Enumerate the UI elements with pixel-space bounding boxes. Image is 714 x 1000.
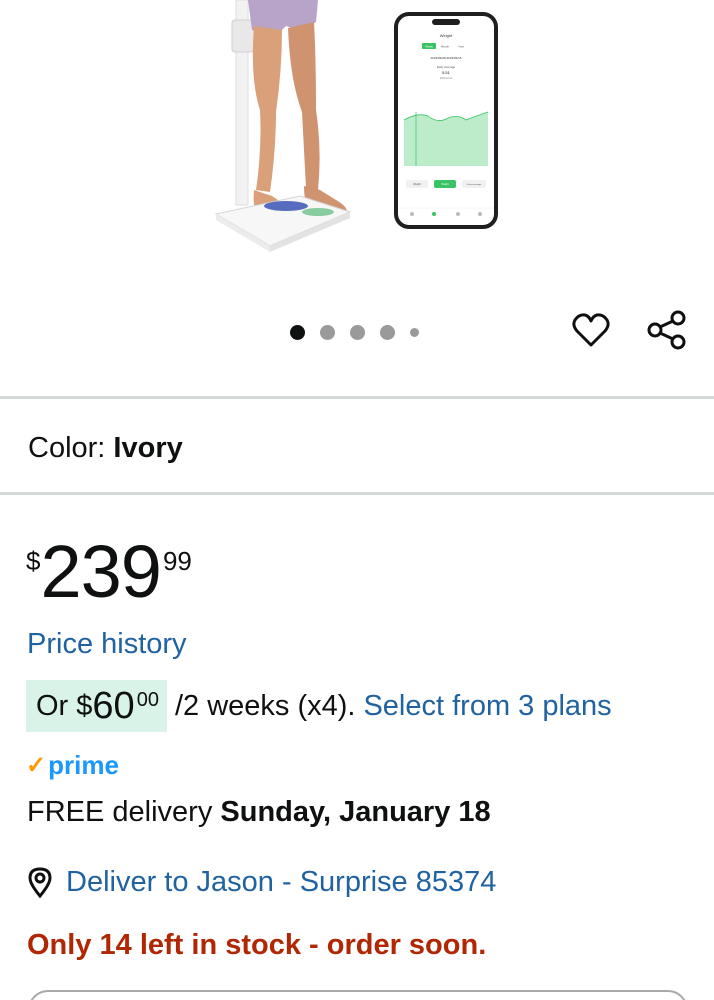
deliver-to-location[interactable]: Deliver to Jason - Surprise 85374 bbox=[26, 862, 496, 902]
delivery-prefix: FREE delivery bbox=[27, 796, 213, 828]
product-image-gallery[interactable]: Weight Week Month Year 2023/09/08-2023/0… bbox=[0, 0, 714, 300]
pagination-dot[interactable] bbox=[350, 324, 365, 340]
prime-check-icon: ✓ bbox=[26, 751, 47, 779]
phone-stat-date: 2023.10.04 bbox=[440, 77, 453, 80]
installment-plans: Or $60 00 /2 weeks (x4). Select from 3 pl… bbox=[26, 680, 612, 732]
installment-fraction: 00 bbox=[136, 688, 159, 711]
phone-tab-month: Month bbox=[441, 45, 450, 49]
stock-status: Only 14 left in stock - order soon. bbox=[27, 929, 487, 961]
pagination-dot[interactable] bbox=[320, 324, 335, 340]
prime-label: prime bbox=[48, 749, 119, 780]
color-label: Color: bbox=[28, 432, 106, 464]
pagination-dot[interactable] bbox=[290, 324, 305, 340]
price-whole: 239 bbox=[40, 530, 161, 613]
section-divider bbox=[0, 492, 714, 495]
phone-header: Weight bbox=[440, 33, 453, 38]
share-icon bbox=[647, 310, 686, 350]
phone-tab-year: Year bbox=[458, 45, 464, 49]
phone-btn-weight: Weight bbox=[413, 183, 421, 186]
pagination-dot[interactable] bbox=[410, 327, 419, 337]
quantity-selector[interactable] bbox=[28, 990, 688, 1000]
phone-tab-week: Week bbox=[425, 45, 433, 49]
installment-symbol: $ bbox=[76, 689, 93, 722]
phone-stat-value: 5.51 bbox=[442, 70, 451, 75]
price: $ 239 99 bbox=[26, 532, 192, 612]
price-history-link[interactable]: Price history bbox=[27, 628, 187, 661]
phone-date-range: 2023/09/08-2023/09/15 bbox=[430, 56, 461, 60]
deliver-to-link[interactable]: Deliver to Jason - Surprise 85374 bbox=[66, 866, 496, 899]
price-fraction: 99 bbox=[162, 546, 192, 576]
installment-amount-badge: Or $60 00 bbox=[26, 680, 167, 732]
gallery-pagination[interactable] bbox=[290, 322, 419, 342]
prime-badge: ✓ prime bbox=[26, 748, 119, 782]
installment-period: /2 weeks (x4). bbox=[174, 689, 356, 722]
heart-outline-icon bbox=[572, 313, 610, 347]
delivery-info: FREE delivery Sunday, January 18 bbox=[27, 796, 491, 829]
color-value: Ivory bbox=[113, 432, 183, 464]
phone-stat-label: Daily Average bbox=[437, 65, 456, 69]
phone-btn-fat: Fat percentage bbox=[467, 183, 482, 186]
color-selection: Color: Ivory bbox=[28, 432, 183, 465]
share-button[interactable] bbox=[645, 308, 689, 352]
product-photo-scale bbox=[214, 0, 352, 252]
phone-app-screenshot: Weight Week Month Year 2023/09/08-2023/0… bbox=[394, 12, 498, 229]
section-divider bbox=[0, 396, 714, 399]
select-plans-link[interactable]: Select from 3 plans bbox=[363, 690, 611, 723]
delivery-date: Sunday, January 18 bbox=[220, 796, 491, 828]
location-pin-icon bbox=[26, 866, 54, 898]
phone-btn-height: Height bbox=[441, 183, 449, 186]
installment-prefix: Or bbox=[36, 689, 69, 722]
pagination-dot[interactable] bbox=[380, 324, 395, 340]
installment-whole: 60 bbox=[92, 684, 135, 727]
price-symbol: $ bbox=[26, 546, 41, 576]
add-to-list-button[interactable] bbox=[571, 310, 611, 350]
